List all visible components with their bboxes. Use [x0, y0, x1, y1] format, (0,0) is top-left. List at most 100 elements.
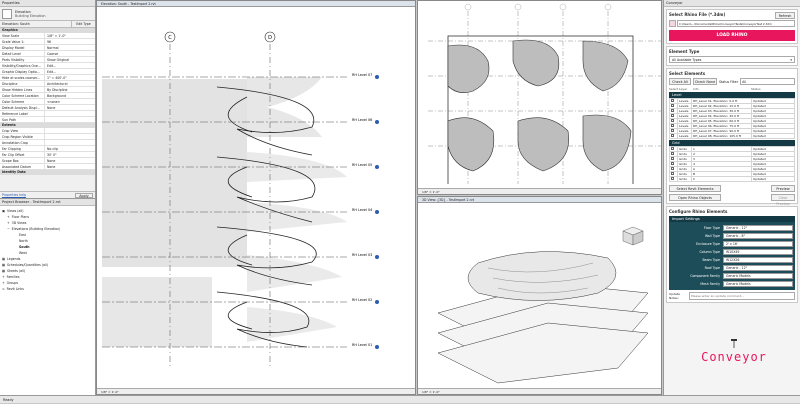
import-setting-dropdown[interactable]: Generic - 8" [723, 232, 793, 239]
instance-selector[interactable]: Elevation: South [0, 21, 71, 27]
level-head-icon[interactable] [375, 300, 379, 304]
select-revit-elements-button[interactable]: Select Revit Elements [669, 185, 721, 192]
property-value[interactable]: Edit... [44, 69, 95, 74]
update-notes-input[interactable] [689, 292, 795, 300]
property-value[interactable]: Background [44, 93, 95, 98]
row-checkbox[interactable] [671, 152, 674, 155]
row-checkbox[interactable] [671, 119, 674, 122]
level-head-icon[interactable] [375, 75, 379, 79]
tree-toggle-icon[interactable]: + [2, 281, 5, 285]
property-value[interactable]: 96 [44, 39, 95, 44]
file-path-field[interactable]: C:\Users\...\Documents\Rhino\Conveyor\Te… [677, 20, 795, 27]
tree-toggle-icon[interactable]: + [7, 215, 10, 219]
tree-toggle-icon[interactable]: − [7, 227, 10, 231]
apply-button[interactable]: Apply [75, 192, 93, 198]
row-checkbox[interactable] [671, 147, 674, 150]
row-checkbox[interactable] [671, 134, 674, 137]
property-value[interactable]: Coarse [44, 51, 95, 56]
level-label[interactable]: RH Level 04 [352, 208, 372, 212]
tree-toggle-icon[interactable]: ▦ [2, 263, 5, 267]
plan-grid-bubble[interactable] [514, 3, 522, 11]
check-none-button[interactable]: Check None [693, 78, 717, 85]
elevation-canvas[interactable]: C D RH Level 07 RH Level 06 RH Level 05 RH … [97, 7, 415, 387]
tree-toggle-icon[interactable]: ▣ [2, 209, 5, 213]
threed-canvas[interactable] [418, 203, 661, 388]
level-head-icon[interactable] [375, 345, 379, 349]
row-checkbox[interactable] [671, 114, 674, 117]
element-row[interactable]: Grids C Updated [669, 176, 795, 182]
properties-help-link[interactable]: Properties help [2, 193, 26, 197]
property-group-header[interactable]: Identity Data [0, 170, 95, 175]
property-value[interactable]: 1" = 400'-0" [44, 75, 95, 80]
tree-toggle-icon[interactable]: ▦ [2, 257, 5, 261]
elevation-view[interactable]: Elevation: South - TestImport 2.rvt C D … [96, 0, 416, 395]
threed-view[interactable]: 3D View: {3D} - TestImport 2.rvt 1/8" = … [417, 196, 662, 395]
property-value[interactable]: None [44, 164, 95, 169]
status-filter-dropdown[interactable]: All [740, 78, 795, 85]
property-value[interactable] [44, 111, 95, 116]
row-checkbox[interactable] [671, 104, 674, 107]
element-row[interactable]: Levels RH_Level 08, Elevation: 105.0 ft Up… [669, 133, 795, 139]
open-rhino-objects-button[interactable]: Open Rhino Objects [669, 194, 721, 201]
import-setting-dropdown[interactable]: Generic Models [723, 280, 793, 287]
elevation-view-control-bar[interactable]: 1/8" = 1'-0" [97, 388, 415, 394]
property-value[interactable]: No clip [44, 146, 95, 151]
tree-toggle-icon[interactable]: + [7, 221, 10, 225]
property-value[interactable]: Show Original [44, 57, 95, 62]
tree-toggle-icon[interactable]: ∞ [2, 287, 5, 291]
row-checkbox[interactable] [671, 124, 674, 127]
property-value[interactable]: Normal [44, 45, 95, 50]
level-label[interactable]: RH Level 01 [352, 343, 372, 347]
property-value[interactable]: By Discipline [44, 87, 95, 92]
level-label[interactable]: RH Level 02 [352, 298, 372, 302]
level-head-icon[interactable] [375, 120, 379, 124]
row-checkbox[interactable] [671, 129, 674, 132]
property-value[interactable]: 1/8" = 1'-0" [44, 33, 95, 38]
type-selector[interactable]: Elevation Building Elevation [0, 7, 95, 21]
property-value[interactable]: None [44, 105, 95, 110]
plan-grid-bubble[interactable] [604, 3, 612, 11]
refresh-button[interactable]: Refresh [775, 12, 795, 19]
row-checkbox[interactable] [671, 109, 674, 112]
level-label[interactable]: RH Level 05 [352, 163, 372, 167]
level-label[interactable]: RH Level 03 [352, 253, 372, 257]
level-head-icon[interactable] [375, 210, 379, 214]
tree-toggle-icon[interactable]: + [2, 275, 5, 279]
tree-toggle-icon[interactable]: ▦ [2, 269, 5, 273]
level-label[interactable]: RH Level 07 [352, 73, 372, 77]
property-value[interactable]: 30' 0" [44, 152, 95, 157]
plan-grid-bubble[interactable] [464, 3, 472, 11]
edit-type-button[interactable]: Edit Type [71, 21, 95, 27]
plan-view-control-bar[interactable]: 1/8" = 1'-0" [418, 188, 661, 194]
threed-view-control-bar[interactable]: 1/8" = 1'-0" [418, 388, 661, 394]
check-all-button[interactable]: Check All [669, 78, 691, 85]
property-value[interactable] [44, 134, 95, 139]
import-setting-dropdown[interactable]: Generic - 12" [723, 264, 793, 271]
browser-node[interactable]: ∞ Revit Links [2, 286, 93, 292]
import-setting-dropdown[interactable]: W10X49 [723, 248, 793, 255]
property-value[interactable]: Architectural [44, 81, 95, 86]
preview-button[interactable]: Preview [771, 185, 795, 192]
plan-view[interactable]: 1/8" = 1'-0" [417, 0, 662, 195]
row-checkbox[interactable] [671, 162, 674, 165]
row-checkbox[interactable] [671, 167, 674, 170]
row-checkbox[interactable] [671, 99, 674, 102]
plan-canvas[interactable] [418, 1, 661, 184]
level-label[interactable]: RH Level 06 [352, 118, 372, 122]
clear-preview-button[interactable]: Clear Preview [771, 194, 795, 206]
row-checkbox[interactable] [671, 172, 674, 175]
element-type-dropdown[interactable]: All Available Types ▾ [669, 56, 795, 63]
level-head-icon[interactable] [375, 165, 379, 169]
property-value[interactable]: <none> [44, 99, 95, 104]
row-checkbox[interactable] [671, 157, 674, 160]
level-head-icon[interactable] [375, 255, 379, 259]
viewcube-icon[interactable] [622, 226, 644, 246]
property-value[interactable]: None [44, 158, 95, 163]
browse-file-icon[interactable] [669, 20, 676, 27]
plan-grid-bubble[interactable] [559, 3, 567, 11]
property-value[interactable] [44, 128, 95, 133]
import-setting-dropdown[interactable]: 2' x 16' [723, 240, 793, 247]
import-setting-dropdown[interactable]: Generic Models [723, 272, 793, 279]
property-value[interactable] [44, 140, 95, 145]
property-value[interactable]: Edit... [44, 63, 95, 68]
